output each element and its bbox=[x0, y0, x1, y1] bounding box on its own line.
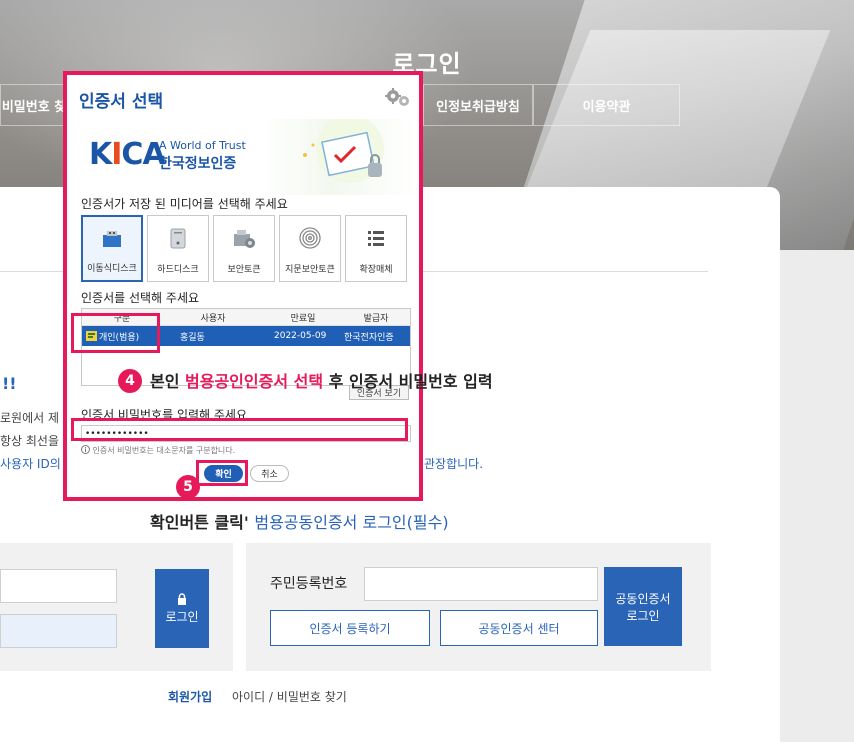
kica-logo: KICA bbox=[89, 137, 166, 172]
signup-link[interactable]: 회원가입 bbox=[168, 688, 212, 705]
brand-name: 한국정보인증 bbox=[159, 156, 237, 172]
password-note: 인증서 비밀번호는 대소문자를 구분합니다. bbox=[81, 445, 235, 456]
login-button-label: 로그인 bbox=[165, 609, 199, 624]
col-issuer: 발급자 bbox=[342, 309, 410, 326]
bg-text-line-tail: 관장합니다. bbox=[424, 457, 484, 471]
usb-drive-icon bbox=[103, 231, 121, 247]
cell-user: 홍길동 bbox=[180, 332, 205, 343]
right-gutter bbox=[780, 250, 854, 742]
login-button[interactable]: 로그인 bbox=[155, 569, 209, 648]
user-id-input[interactable] bbox=[0, 569, 117, 603]
bg-text-line1: 로원에서 제 bbox=[0, 411, 60, 425]
click-text: 확인버튼 클릭 bbox=[150, 513, 244, 532]
fingerprint-icon bbox=[299, 227, 321, 249]
step4-text-a: 본인 bbox=[150, 372, 186, 391]
cell-expiry: 2022-05-09 bbox=[274, 331, 327, 341]
media-hard-disk[interactable]: 하드디스크 bbox=[147, 215, 209, 282]
highlight-confirm-button bbox=[196, 460, 248, 486]
col-expiry: 만료일 bbox=[264, 309, 342, 326]
cancel-button[interactable]: 취소 bbox=[250, 465, 289, 482]
tab-find-password[interactable]: 비밀번호 찾 bbox=[0, 84, 68, 126]
cert-login-label-2: 로그인 bbox=[626, 608, 660, 623]
cert-login-label-1: 공동인증서 bbox=[615, 591, 671, 606]
password-note-text: 인증서 비밀번호는 대소문자를 구분합니다. bbox=[92, 446, 236, 455]
tab-terms[interactable]: 이용약관 bbox=[533, 84, 680, 126]
cert-center-button[interactable]: 공동인증서 센터 bbox=[440, 610, 598, 646]
click-text-blue: 범용공동인증서 로그인(필수) bbox=[254, 513, 449, 532]
step-badge-4: 4 bbox=[118, 369, 142, 393]
security-token-icon bbox=[234, 230, 255, 248]
brand-tagline: A World of Trust bbox=[159, 139, 246, 152]
step4-instruction: 본인 범용공인인증서 선택 후 인증서 비밀번호 입력 bbox=[150, 368, 493, 392]
step4-text-highlight: 범용공인인증서 선택 bbox=[185, 372, 324, 391]
media-extended[interactable]: 확장매체 bbox=[345, 215, 407, 282]
id-login-box: 로그인 bbox=[0, 543, 233, 671]
list-icon bbox=[368, 231, 384, 246]
bg-text-line2: 항상 최선을 bbox=[0, 434, 60, 448]
media-label: 보안토큰 bbox=[227, 265, 261, 275]
click-instruction: 확인버튼 클릭' 범용공동인증서 로그인(필수) bbox=[150, 513, 449, 532]
gears-icon[interactable] bbox=[385, 87, 411, 109]
hard-disk-icon bbox=[170, 228, 186, 249]
info-icon bbox=[81, 445, 90, 454]
dialog-title: 인증서 선택 bbox=[79, 92, 164, 112]
media-label: 하드디스크 bbox=[157, 265, 199, 275]
tab-privacy-policy[interactable]: 인정보취급방침 bbox=[423, 84, 533, 126]
lock-icon bbox=[178, 592, 186, 605]
media-label: 이동식디스크 bbox=[87, 264, 137, 274]
highlight-cert-type bbox=[71, 313, 160, 353]
find-account-link[interactable]: 아이디 / 비밀번호 찾기 bbox=[232, 688, 347, 705]
media-label: 확장매체 bbox=[359, 265, 393, 275]
cert-prompt: 인증서를 선택해 주세요 bbox=[81, 291, 200, 305]
media-label: 지문보안토큰 bbox=[285, 265, 335, 275]
media-removable-disk[interactable]: 이동식디스크 bbox=[81, 215, 143, 282]
media-fingerprint-token[interactable]: 지문보안토큰 bbox=[279, 215, 341, 282]
media-prompt: 인증서가 저장 된 미디어를 선택해 주세요 bbox=[81, 197, 288, 211]
rrn-label: 주민등록번호 bbox=[270, 576, 348, 592]
step4-text-b: 후 인증서 비밀번호 입력 bbox=[323, 372, 493, 391]
register-cert-button[interactable]: 인증서 등록하기 bbox=[270, 610, 430, 646]
highlight-password-field bbox=[71, 418, 408, 441]
notice-mark: !! bbox=[2, 374, 17, 393]
cert-login-button[interactable]: 공동인증서 로그인 bbox=[604, 567, 682, 646]
cell-issuer: 한국전자인증 bbox=[344, 332, 394, 343]
step-badge-5: 5 bbox=[176, 475, 200, 499]
certificate-illustration bbox=[303, 119, 384, 183]
cert-login-box: 주민등록번호 인증서 등록하기 공동인증서 센터 공동인증서 로그인 bbox=[246, 543, 711, 671]
password-input[interactable] bbox=[0, 614, 117, 648]
media-security-token[interactable]: 보안토큰 bbox=[213, 215, 275, 282]
col-user: 사용자 bbox=[162, 309, 264, 326]
bg-text-line3: 사용자 ID의 bbox=[0, 457, 61, 471]
rrn-input[interactable] bbox=[364, 567, 598, 601]
